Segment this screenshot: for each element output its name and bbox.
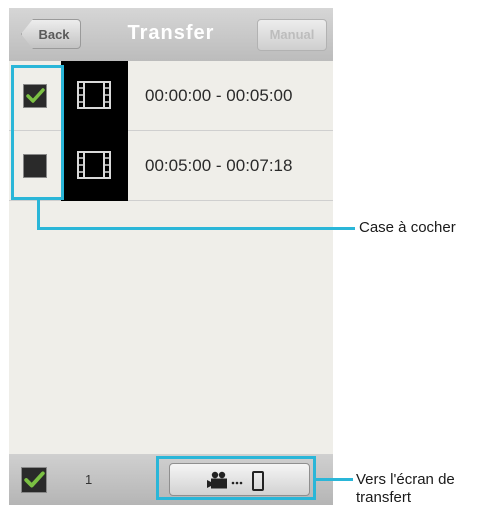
checkbox-highlight xyxy=(11,65,64,200)
checkbox-callout-label: Case à cocher xyxy=(359,219,456,236)
selected-count: 1 xyxy=(85,472,93,487)
transfer-button-highlight xyxy=(156,456,316,500)
clip-time-range: 00:00:00 - 00:05:00 xyxy=(145,86,293,105)
clip-thumbnail[interactable] xyxy=(61,61,128,131)
transfer-callout-label: Vers l'écran de transfert xyxy=(356,471,455,506)
transfer-callout-line xyxy=(316,478,353,481)
checkbox-callout-line xyxy=(37,200,40,230)
check-icon xyxy=(24,471,45,488)
checkbox-callout-line xyxy=(37,227,355,230)
clip-thumbnail[interactable] xyxy=(61,131,128,201)
film-strip-icon xyxy=(77,81,111,109)
header-bar: Transfer Back Manual xyxy=(9,8,333,61)
film-strip-icon xyxy=(77,151,111,179)
select-all-checkbox[interactable] xyxy=(21,467,47,493)
back-button[interactable]: Back xyxy=(21,19,81,49)
manual-button[interactable]: Manual xyxy=(257,19,327,51)
clip-time-range: 00:05:00 - 00:07:18 xyxy=(145,156,293,175)
